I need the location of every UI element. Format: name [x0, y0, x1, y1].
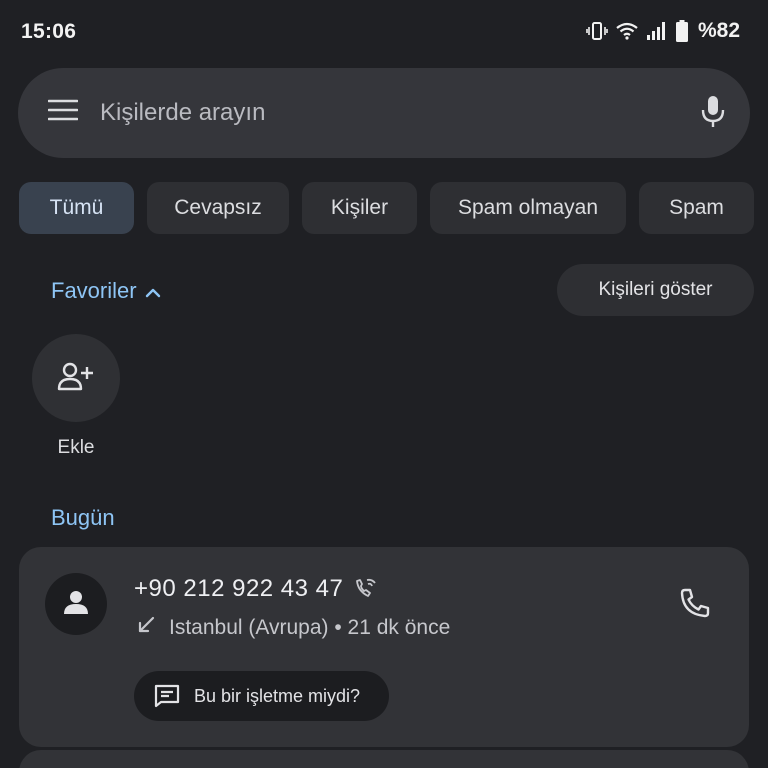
vibrate-icon — [586, 20, 608, 42]
wifi-call-icon — [354, 577, 378, 604]
business-feedback-button[interactable]: Bu bir işletme miydi? — [134, 671, 389, 721]
person-add-icon — [57, 361, 95, 396]
filter-chip-contacts[interactable]: Kişiler — [302, 182, 417, 234]
avatar[interactable] — [45, 573, 107, 635]
favorites-title: Favoriler — [51, 278, 137, 303]
filter-chip-spam[interactable]: Spam — [639, 182, 754, 234]
signal-icon — [646, 21, 668, 41]
incoming-call-icon — [136, 615, 156, 640]
favorites-header[interactable]: Favoriler — [51, 278, 161, 304]
chevron-up-icon — [145, 278, 161, 304]
business-feedback-label: Bu bir işletme miydi? — [194, 685, 361, 706]
filter-chip-not-spam[interactable]: Spam olmayan — [430, 182, 626, 234]
call-number: +90 212 922 43 47 — [134, 575, 344, 602]
show-contacts-button[interactable]: Kişileri göster — [557, 264, 754, 316]
status-icons: %82 — [586, 19, 740, 43]
search-bar[interactable]: Kişilerde arayın — [18, 68, 750, 158]
add-favorite-button[interactable] — [32, 334, 120, 422]
add-favorite-label: Ekle — [57, 437, 95, 458]
battery-percentage: %82 — [697, 19, 740, 42]
status-bar: 15:06 %82 — [0, 0, 768, 64]
battery-icon — [675, 20, 688, 42]
filter-chip-missed[interactable]: Cevapsız — [147, 182, 289, 234]
filter-chip-all[interactable]: Tümü — [19, 182, 134, 234]
call-log-item[interactable]: +90 212 922 43 47 Istanbul (Avrupa) • 21… — [19, 547, 749, 747]
wifi-icon — [616, 22, 638, 40]
call-log-item-partial[interactable] — [19, 750, 749, 768]
menu-icon[interactable] — [47, 99, 79, 126]
status-time: 15:06 — [21, 20, 77, 43]
call-details: Istanbul (Avrupa) • 21 dk önce — [169, 616, 451, 639]
feedback-icon — [154, 684, 180, 708]
today-header: Bugün — [51, 505, 115, 530]
person-icon — [63, 589, 89, 620]
mic-icon[interactable] — [700, 94, 726, 135]
phone-icon[interactable] — [679, 587, 711, 624]
search-input[interactable]: Kişilerde arayın — [100, 99, 265, 127]
